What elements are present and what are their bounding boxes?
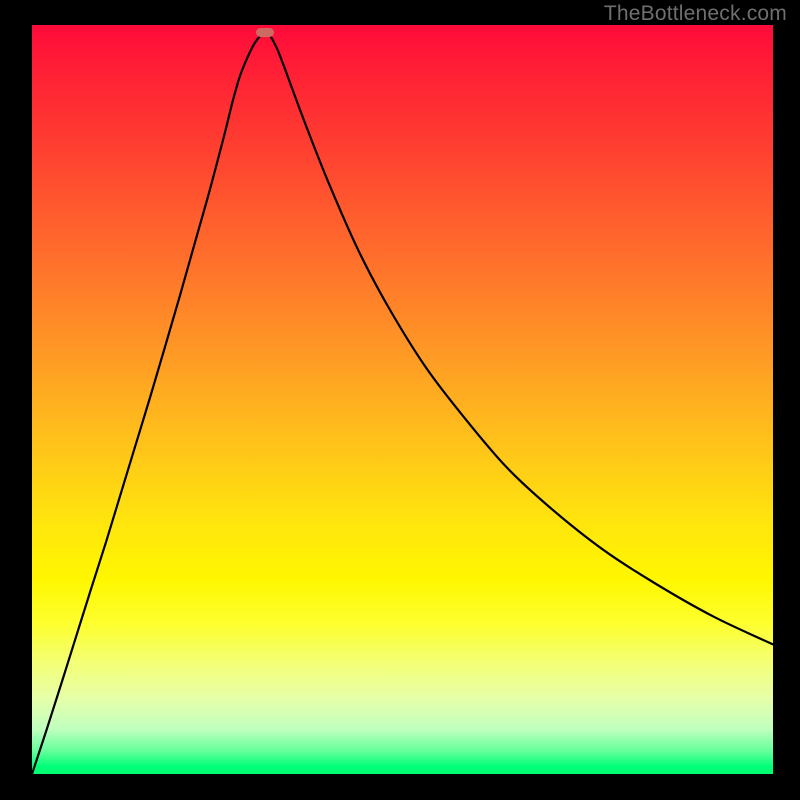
plot-area [32,25,773,774]
bottleneck-curve [32,25,773,774]
chart-frame: TheBottleneck.com [0,0,800,800]
watermark-text: TheBottleneck.com [604,2,787,26]
optimal-marker [256,28,274,37]
